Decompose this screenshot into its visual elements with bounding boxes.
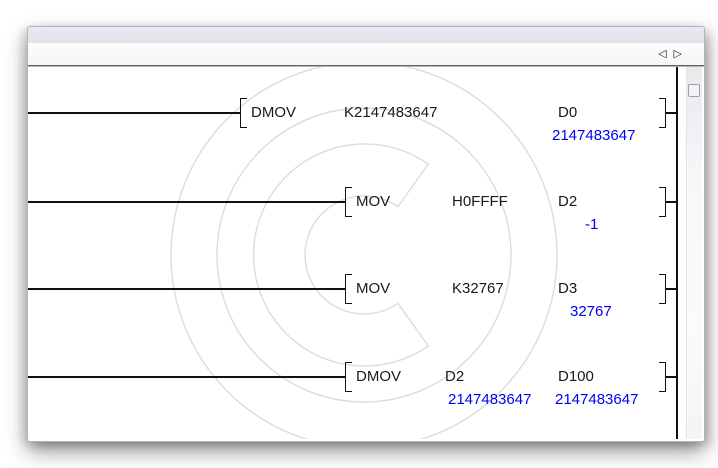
scroll-right-icon[interactable]: ▷	[674, 49, 682, 60]
instruction-open-bracket	[345, 187, 352, 217]
rail-connector-line	[666, 288, 678, 290]
ladder-area: DMOV K2147483647 D0 2147483647 MOV H0FFFF D2 -1…	[28, 67, 704, 439]
instruction-open-bracket	[345, 274, 352, 304]
rung-line	[28, 112, 240, 114]
operand[interactable]: H0FFFF	[452, 194, 508, 210]
monitor-value: -1	[585, 217, 598, 233]
instruction-close-bracket	[659, 274, 666, 304]
tab-nav-strip: ◁ ▷	[28, 43, 704, 65]
rung-line	[28, 288, 345, 290]
screenshot-canvas: ◁ ▷ DMOV K2147483647 D0 2147483647 MOV H0FFFF…	[0, 0, 718, 468]
instruction-name[interactable]: DMOV	[356, 369, 401, 385]
instruction-close-bracket	[659, 362, 666, 392]
operand[interactable]: K32767	[452, 281, 504, 297]
operand[interactable]: D2	[558, 194, 577, 210]
ladder-editor-pane[interactable]: DMOV K2147483647 D0 2147483647 MOV H0FFFF D2 -1…	[28, 67, 686, 439]
rail-connector-line	[666, 201, 678, 203]
instruction-name[interactable]: MOV	[356, 281, 390, 297]
instruction-name[interactable]: MOV	[356, 194, 390, 210]
instruction-open-bracket	[345, 362, 352, 392]
operand[interactable]: D2	[445, 369, 464, 385]
app-window: ◁ ▷ DMOV K2147483647 D0 2147483647 MOV H0FFFF…	[27, 26, 705, 442]
rail-connector-line	[666, 376, 678, 378]
rung-line	[28, 376, 345, 378]
scroll-left-icon[interactable]: ◁	[658, 49, 666, 60]
instruction-close-bracket	[659, 98, 666, 128]
right-power-rail	[676, 67, 678, 439]
instruction-open-bracket	[240, 98, 247, 128]
toolbar-band	[28, 27, 704, 43]
monitor-value: 2147483647	[552, 128, 635, 144]
monitor-value: 2147483647	[555, 392, 638, 408]
operand[interactable]: D3	[558, 281, 577, 297]
instruction-close-bracket	[659, 187, 666, 217]
rail-connector-line	[666, 112, 678, 114]
monitor-value: 2147483647	[448, 392, 531, 408]
operand[interactable]: D100	[558, 369, 594, 385]
instruction-name[interactable]: DMOV	[251, 105, 296, 121]
operand[interactable]: D0	[558, 105, 577, 121]
monitor-value: 32767	[570, 304, 612, 320]
vertical-scrollbar[interactable]	[686, 67, 702, 439]
rung-line	[28, 201, 345, 203]
operand[interactable]: K2147483647	[344, 105, 437, 121]
scrollbar-thumb[interactable]	[688, 84, 700, 97]
